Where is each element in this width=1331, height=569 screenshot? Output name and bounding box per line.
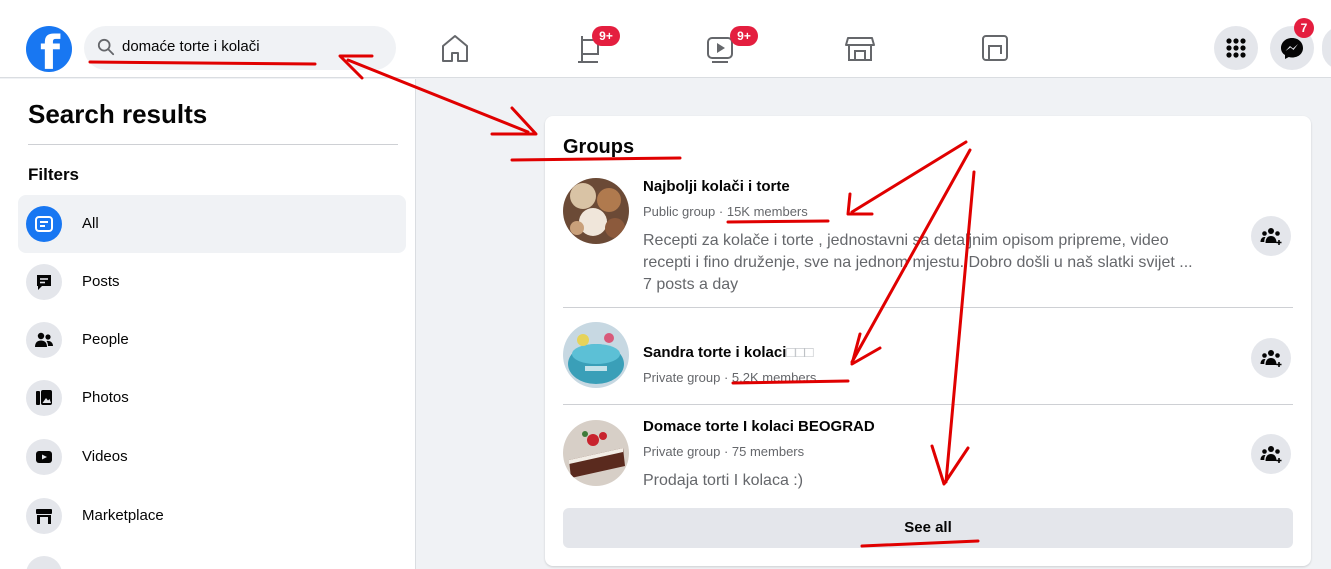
filter-label: All [82, 215, 99, 232]
result-divider [563, 404, 1293, 405]
group-name[interactable]: Najbolji kolači i torte [643, 178, 790, 195]
cake-slice-photo-icon [563, 420, 629, 486]
group-privacy: Private group [643, 370, 721, 385]
group-members: 5.2K members [731, 370, 817, 385]
page-title: Search results [28, 99, 208, 129]
group-avatar[interactable] [563, 178, 629, 244]
facebook-logo[interactable]: f [26, 26, 72, 72]
groups-results-card: Groups Najbolji kolači i torte Public gr… [545, 116, 1311, 566]
filter-icon-circle [26, 439, 62, 475]
group-meta: Public group · 15K members [643, 204, 808, 219]
menu-grid-button[interactable] [1214, 26, 1258, 70]
home-icon[interactable] [435, 28, 475, 68]
annotation-arrowhead [490, 106, 538, 136]
watch-notification-badge: 9+ [730, 26, 758, 46]
see-all-button[interactable]: See all [563, 508, 1293, 548]
posts-icon [37, 275, 51, 290]
filter-item-partial[interactable] [18, 545, 406, 569]
filter-icon-circle [26, 380, 62, 416]
filter-icon-circle [26, 322, 62, 358]
sidebar-divider [28, 144, 398, 145]
group-name-text: Sandra torte i kolaci [643, 344, 787, 361]
group-result-row[interactable]: Domace torte I kolaci BEOGRAD Private gr… [563, 418, 1293, 500]
marketplace-store-icon[interactable] [840, 28, 880, 68]
gaming-icon[interactable] [975, 28, 1015, 68]
group-description-line: Recepti za kolače i torte , jednostavni … [643, 232, 1169, 249]
join-group-icon [1260, 228, 1282, 245]
account-button[interactable] [1322, 26, 1331, 70]
join-group-button[interactable] [1251, 434, 1291, 474]
group-result-row[interactable]: Najbolji kolači i torte Public group · 1… [563, 176, 1293, 301]
filter-icon-circle [26, 556, 62, 569]
search-field[interactable]: domaće torte i kolači [84, 26, 396, 70]
group-meta: Private group · 5.2K members [643, 370, 817, 385]
search-results-icon [35, 216, 53, 232]
group-name[interactable]: Domace torte I kolaci BEOGRAD [643, 418, 875, 435]
marketplace-icon [36, 509, 52, 524]
top-navigation-bar: f domaće torte i kolači 9+ 9+ 7 [0, 0, 1331, 78]
pages-notification-badge: 9+ [592, 26, 620, 46]
filter-label: Marketplace [82, 507, 164, 524]
result-divider [563, 307, 1293, 308]
group-privacy: Private group [643, 444, 721, 459]
search-input[interactable]: domaće torte i kolači [122, 38, 260, 55]
filter-item-posts[interactable]: Posts [18, 253, 406, 311]
join-group-button[interactable] [1251, 216, 1291, 256]
filter-label: Videos [82, 448, 128, 465]
cake-photo-icon [563, 322, 629, 388]
search-filters-sidebar: Search results Filters All Posts People … [0, 79, 416, 569]
join-group-button[interactable] [1251, 338, 1291, 378]
filter-label: Posts [82, 273, 120, 290]
filters-heading: Filters [28, 165, 80, 184]
group-avatar[interactable] [563, 322, 629, 388]
group-name-suffix: □□□ [786, 344, 814, 361]
filter-item-videos[interactable]: Videos [18, 428, 406, 486]
grid-dots-icon [1226, 38, 1246, 58]
filter-icon-circle [26, 498, 62, 534]
group-members: 75 members [731, 444, 805, 459]
join-group-icon [1260, 350, 1282, 367]
photos-icon [36, 390, 52, 405]
facebook-f-glyph: f [40, 26, 61, 72]
group-avatar[interactable] [563, 420, 629, 486]
filter-label: Photos [82, 389, 129, 406]
group-meta: Private group · 75 members [643, 444, 805, 459]
group-result-row[interactable]: Sandra torte i kolaci□□□ Private group ·… [563, 322, 1293, 394]
people-icon [35, 332, 53, 347]
group-activity: 7 posts a day [643, 276, 739, 293]
groups-heading: Groups [563, 136, 635, 158]
group-members: 15K members [726, 204, 808, 219]
cakes-photo-icon [563, 178, 629, 244]
messenger-notification-badge: 7 [1294, 18, 1314, 38]
videos-icon [36, 451, 52, 463]
group-privacy: Public group [643, 204, 716, 219]
filter-icon-circle [26, 264, 62, 300]
group-description-line: Prodaja torti I kolaca :) [643, 472, 804, 489]
group-description-line: recepti i fino druženje, sve na jednom m… [643, 254, 1193, 271]
group-description: Prodaja torti I kolaca :) [643, 470, 1233, 494]
join-group-icon [1260, 446, 1282, 463]
filter-item-marketplace[interactable]: Marketplace [18, 487, 406, 545]
group-description: Recepti za kolače i torte , jednostavni … [643, 230, 1233, 300]
filter-icon-circle [26, 206, 62, 242]
filter-label: People [82, 331, 129, 348]
filter-item-photos[interactable]: Photos [18, 369, 406, 427]
filter-item-people[interactable]: People [18, 311, 406, 369]
filter-item-all[interactable]: All [18, 195, 406, 253]
group-name[interactable]: Sandra torte i kolaci□□□ [643, 344, 814, 361]
search-icon [97, 38, 115, 56]
